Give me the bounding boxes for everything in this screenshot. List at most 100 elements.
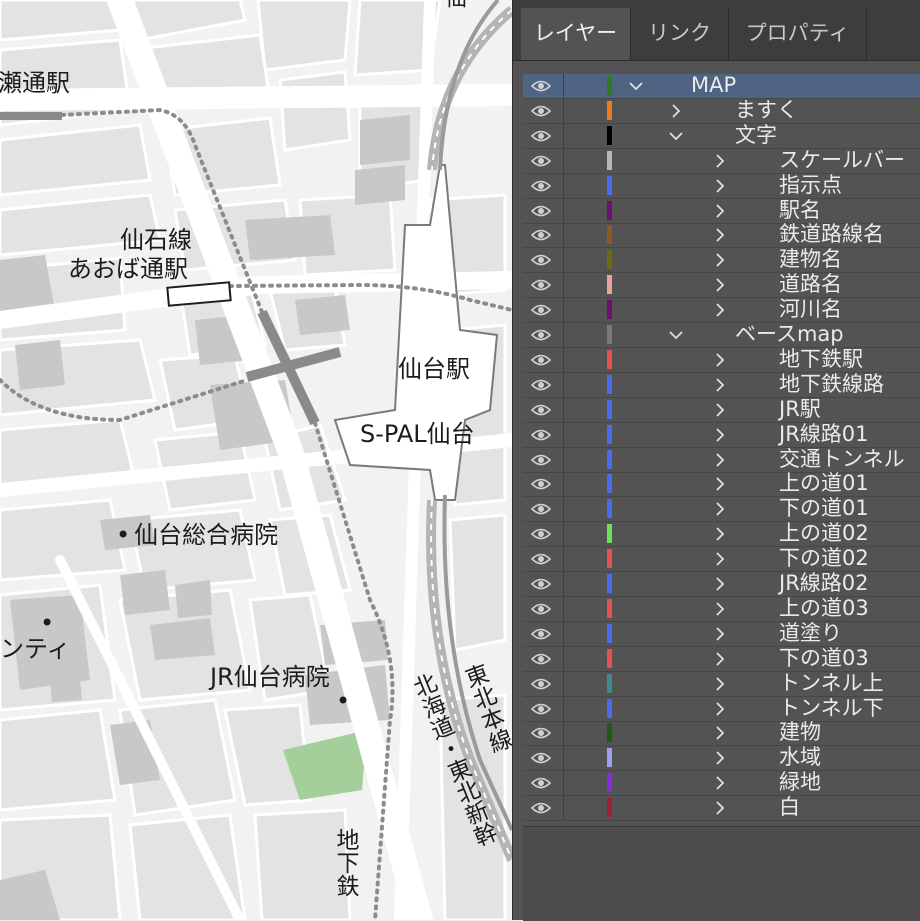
- layer-row[interactable]: トンネル上: [523, 671, 920, 697]
- map-graphics: [0, 0, 512, 920]
- eye-icon[interactable]: [530, 302, 552, 316]
- layer-row[interactable]: 文字: [523, 123, 920, 149]
- chevron-right-icon[interactable]: [713, 547, 727, 571]
- tab-layers[interactable]: レイヤー: [521, 8, 631, 60]
- eye-icon[interactable]: [530, 775, 552, 789]
- layer-row[interactable]: 道路名: [523, 272, 920, 299]
- eye-icon[interactable]: [530, 352, 552, 366]
- chevron-right-icon[interactable]: [713, 497, 727, 521]
- layer-row[interactable]: 地下鉄駅: [523, 347, 920, 373]
- chevron-right-icon[interactable]: [713, 298, 727, 322]
- layer-name: スケールバー: [779, 147, 905, 172]
- chevron-right-icon[interactable]: [713, 572, 727, 596]
- chevron-right-icon[interactable]: [713, 373, 727, 397]
- layer-color-swatch: [607, 175, 612, 195]
- eye-icon[interactable]: [530, 651, 552, 665]
- eye-icon[interactable]: [530, 178, 552, 192]
- chevron-right-icon[interactable]: [713, 174, 727, 198]
- chevron-right-icon[interactable]: [713, 273, 727, 297]
- eye-icon[interactable]: [530, 427, 552, 441]
- chevron-down-icon[interactable]: [669, 124, 683, 148]
- chevron-right-icon[interactable]: [713, 348, 727, 372]
- chevron-right-icon[interactable]: [713, 199, 727, 223]
- eye-icon[interactable]: [530, 128, 552, 142]
- layer-row[interactable]: 白: [523, 795, 920, 822]
- layer-row[interactable]: ベースmap: [523, 322, 920, 348]
- tab-links[interactable]: リンク: [631, 8, 729, 60]
- layer-row[interactable]: 建物: [523, 720, 920, 747]
- chevron-right-icon[interactable]: [713, 423, 727, 447]
- layer-row[interactable]: トンネル下: [523, 696, 920, 722]
- eye-icon[interactable]: [530, 626, 552, 640]
- eye-icon[interactable]: [530, 576, 552, 590]
- chevron-right-icon[interactable]: [713, 472, 727, 496]
- chevron-right-icon[interactable]: [713, 721, 727, 745]
- chevron-right-icon[interactable]: [713, 746, 727, 770]
- chevron-right-icon[interactable]: [713, 248, 727, 272]
- chevron-right-icon[interactable]: [713, 771, 727, 795]
- layer-row[interactable]: 河川名: [523, 297, 920, 324]
- eye-icon[interactable]: [530, 153, 552, 167]
- layer-row[interactable]: 上の道03: [523, 596, 920, 622]
- eye-icon[interactable]: [530, 327, 552, 341]
- layer-row[interactable]: 道塗り: [523, 621, 920, 647]
- eye-icon[interactable]: [530, 402, 552, 416]
- eye-icon[interactable]: [530, 551, 552, 565]
- chevron-right-icon[interactable]: [713, 597, 727, 621]
- layer-row[interactable]: 緑地: [523, 770, 920, 797]
- chevron-down-icon[interactable]: [669, 323, 683, 347]
- eye-icon[interactable]: [530, 725, 552, 739]
- eye-icon[interactable]: [530, 601, 552, 615]
- eye-icon[interactable]: [530, 227, 552, 241]
- eye-icon[interactable]: [530, 476, 552, 490]
- eye-icon[interactable]: [530, 78, 552, 92]
- chevron-right-icon[interactable]: [713, 796, 727, 820]
- eye-icon[interactable]: [530, 203, 552, 217]
- layer-row[interactable]: 指示点: [523, 173, 920, 199]
- chevron-right-icon[interactable]: [713, 448, 727, 472]
- layer-row[interactable]: 上の道01: [523, 471, 920, 498]
- layer-row[interactable]: 建物名: [523, 247, 920, 274]
- tab-properties[interactable]: プロパティ: [729, 8, 867, 60]
- chevron-right-icon[interactable]: [669, 99, 683, 123]
- eye-icon[interactable]: [530, 800, 552, 814]
- chevron-right-icon[interactable]: [713, 622, 727, 646]
- layer-row[interactable]: 下の道02: [523, 546, 920, 573]
- map-canvas[interactable]: 瀬通駅 仙石線 あおば通駅 仙台駅 S-PAL仙台 仙台総合病院 ンティ • J…: [0, 0, 512, 920]
- layer-row[interactable]: 駅名: [523, 198, 920, 224]
- layer-row[interactable]: MAP: [523, 73, 920, 99]
- chevron-right-icon[interactable]: [713, 223, 727, 247]
- layer-row[interactable]: 鉄道路線名: [523, 222, 920, 249]
- layer-row[interactable]: JR線路01: [523, 422, 920, 448]
- layers-panel: レイヤー リンク プロパティ MAP ますく 文字 スケールバー 指示点 駅名 鉄道路線名建…: [512, 0, 920, 921]
- layer-row[interactable]: 下の道01: [523, 496, 920, 523]
- chevron-right-icon[interactable]: [713, 149, 727, 173]
- layer-row[interactable]: 交通トンネル: [523, 447, 920, 473]
- chevron-right-icon[interactable]: [713, 697, 727, 721]
- chevron-right-icon[interactable]: [713, 672, 727, 696]
- eye-icon[interactable]: [530, 676, 552, 690]
- eye-icon[interactable]: [530, 452, 552, 466]
- chevron-down-icon[interactable]: [629, 74, 643, 98]
- layer-row[interactable]: 下の道03: [523, 646, 920, 672]
- eye-icon[interactable]: [530, 526, 552, 540]
- eye-icon[interactable]: [530, 701, 552, 715]
- layer-row[interactable]: 上の道02: [523, 521, 920, 548]
- layer-row[interactable]: 地下鉄線路: [523, 372, 920, 398]
- eye-icon[interactable]: [530, 277, 552, 291]
- layer-name: 鉄道路線名: [779, 222, 884, 247]
- eye-icon[interactable]: [530, 501, 552, 515]
- layer-row[interactable]: 水域: [523, 745, 920, 772]
- layer-row[interactable]: スケールバー: [523, 147, 920, 174]
- layer-name: MAP: [691, 73, 737, 97]
- eye-icon[interactable]: [530, 252, 552, 266]
- layer-row[interactable]: JR駅: [523, 397, 920, 423]
- eye-icon[interactable]: [530, 103, 552, 117]
- chevron-right-icon[interactable]: [713, 522, 727, 546]
- layer-row[interactable]: JR線路02: [523, 571, 920, 597]
- chevron-right-icon[interactable]: [713, 398, 727, 422]
- layer-row[interactable]: ますく: [523, 98, 920, 124]
- eye-icon[interactable]: [530, 377, 552, 391]
- eye-icon[interactable]: [530, 750, 552, 764]
- chevron-right-icon[interactable]: [713, 647, 727, 671]
